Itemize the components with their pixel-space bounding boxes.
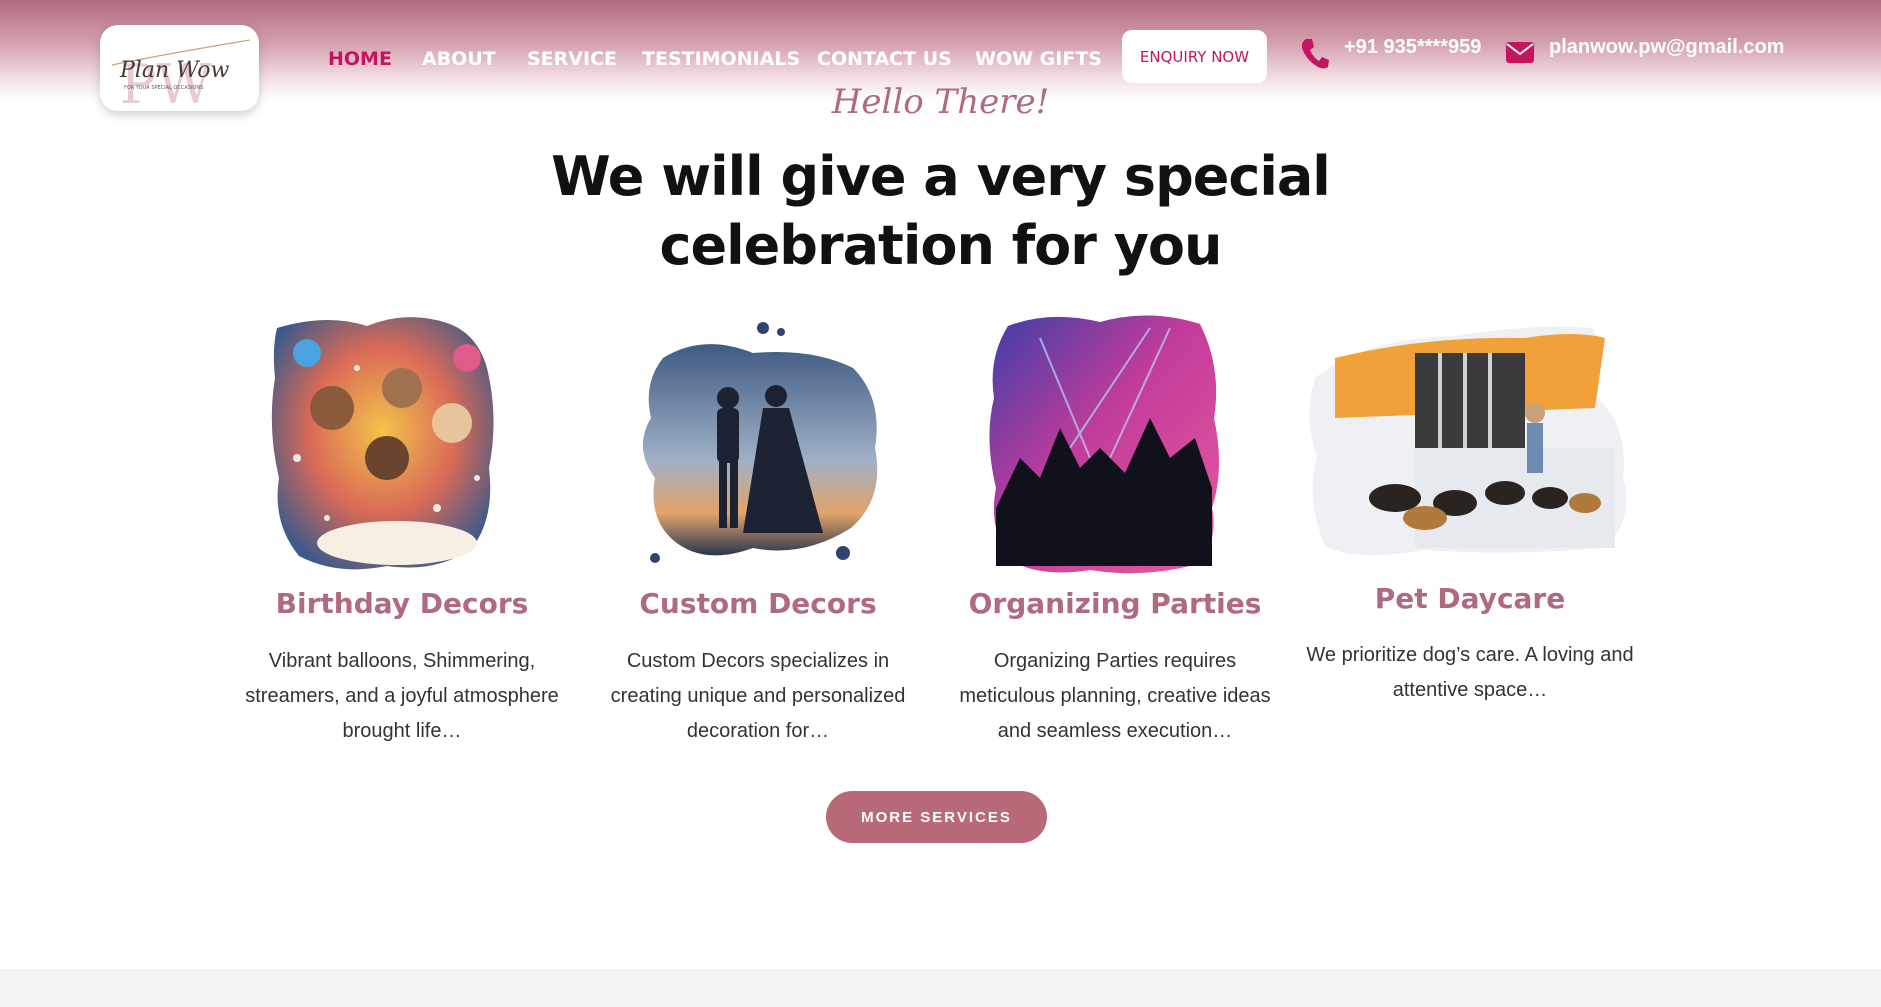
service-description: Custom Decors specializes in creating un… bbox=[593, 644, 923, 749]
description-line: Organizing Parties requires bbox=[993, 650, 1237, 672]
description-line: creating unique and personalized bbox=[610, 685, 906, 707]
service-card-organizing-parties[interactable]: Organizing Parties Organizing Parties re… bbox=[950, 308, 1280, 748]
service-description: Vibrant balloons, Shimmering, streamers,… bbox=[237, 644, 567, 749]
service-card-custom-decors[interactable]: Custom Decors Custom Decors specializes … bbox=[593, 308, 923, 748]
nav-contact-us[interactable]: CONTACT US bbox=[817, 48, 952, 70]
service-description: Organizing Parties requires meticulous p… bbox=[950, 644, 1280, 749]
wedding-couple-image bbox=[642, 322, 878, 563]
service-title: Pet Daycare bbox=[1374, 582, 1566, 615]
description-line: streamers, and a joyful atmosphere bbox=[245, 685, 559, 707]
service-card-birthday[interactable]: Birthday Decors Vibrant balloons, Shimme… bbox=[237, 308, 567, 748]
email-contact[interactable]: planwow.pw@gmail.com bbox=[1505, 36, 1784, 72]
concert-crowd-image bbox=[989, 315, 1220, 574]
nav-about[interactable]: ABOUT bbox=[422, 48, 496, 70]
hero-headline-line-2: celebration for you bbox=[659, 214, 1223, 277]
description-line: decoration for… bbox=[686, 720, 830, 742]
nav-home[interactable]: HOME bbox=[328, 48, 392, 70]
dogs-daycare-image bbox=[1309, 326, 1627, 556]
description-line: meticulous planning, creative ideas bbox=[959, 685, 1271, 707]
service-title: Custom Decors bbox=[639, 587, 877, 620]
description-line: and seamless execution… bbox=[997, 720, 1233, 742]
logo-wordmark: Plan Wow bbox=[119, 58, 229, 83]
description-line: We prioritize dog’s care. A loving and bbox=[1306, 644, 1634, 666]
service-card-pet-daycare[interactable]: Pet Daycare We prioritize dog’s care. A … bbox=[1305, 318, 1635, 738]
more-services-button[interactable]: MORE SERVICES bbox=[826, 791, 1047, 843]
email-address: planwow.pw@gmail.com bbox=[1549, 36, 1785, 58]
service-description: We prioritize dog’s care. A loving and a… bbox=[1305, 638, 1635, 708]
footer-band bbox=[0, 969, 1881, 1007]
phone-number: +91 935****959 bbox=[1344, 36, 1482, 58]
hero-greeting: Hello There! bbox=[831, 82, 1050, 122]
nav-testimonials[interactable]: TESTIMONIALS bbox=[642, 48, 800, 70]
description-line: Vibrant balloons, Shimmering, bbox=[268, 650, 536, 672]
description-line: attentive space… bbox=[1392, 679, 1548, 701]
nav-wow-gifts[interactable]: WOW GIFTS bbox=[975, 48, 1102, 70]
service-title: Birthday Decors bbox=[275, 587, 529, 620]
phone-icon bbox=[1300, 36, 1330, 76]
phone-contact[interactable]: +91 935****959 bbox=[1300, 36, 1481, 76]
birthday-party-image bbox=[271, 317, 494, 570]
description-line: brought life… bbox=[342, 720, 462, 742]
hero-headline: We will give a very special celebration … bbox=[0, 142, 1881, 280]
nav-service[interactable]: SERVICE bbox=[527, 48, 617, 70]
hero-headline-line-1: We will give a very special bbox=[551, 145, 1331, 208]
enquiry-now-button[interactable]: ENQUIRY NOW bbox=[1122, 30, 1267, 83]
description-line: Custom Decors specializes in bbox=[626, 650, 890, 672]
service-title: Organizing Parties bbox=[968, 587, 1262, 620]
envelope-icon bbox=[1505, 36, 1535, 72]
